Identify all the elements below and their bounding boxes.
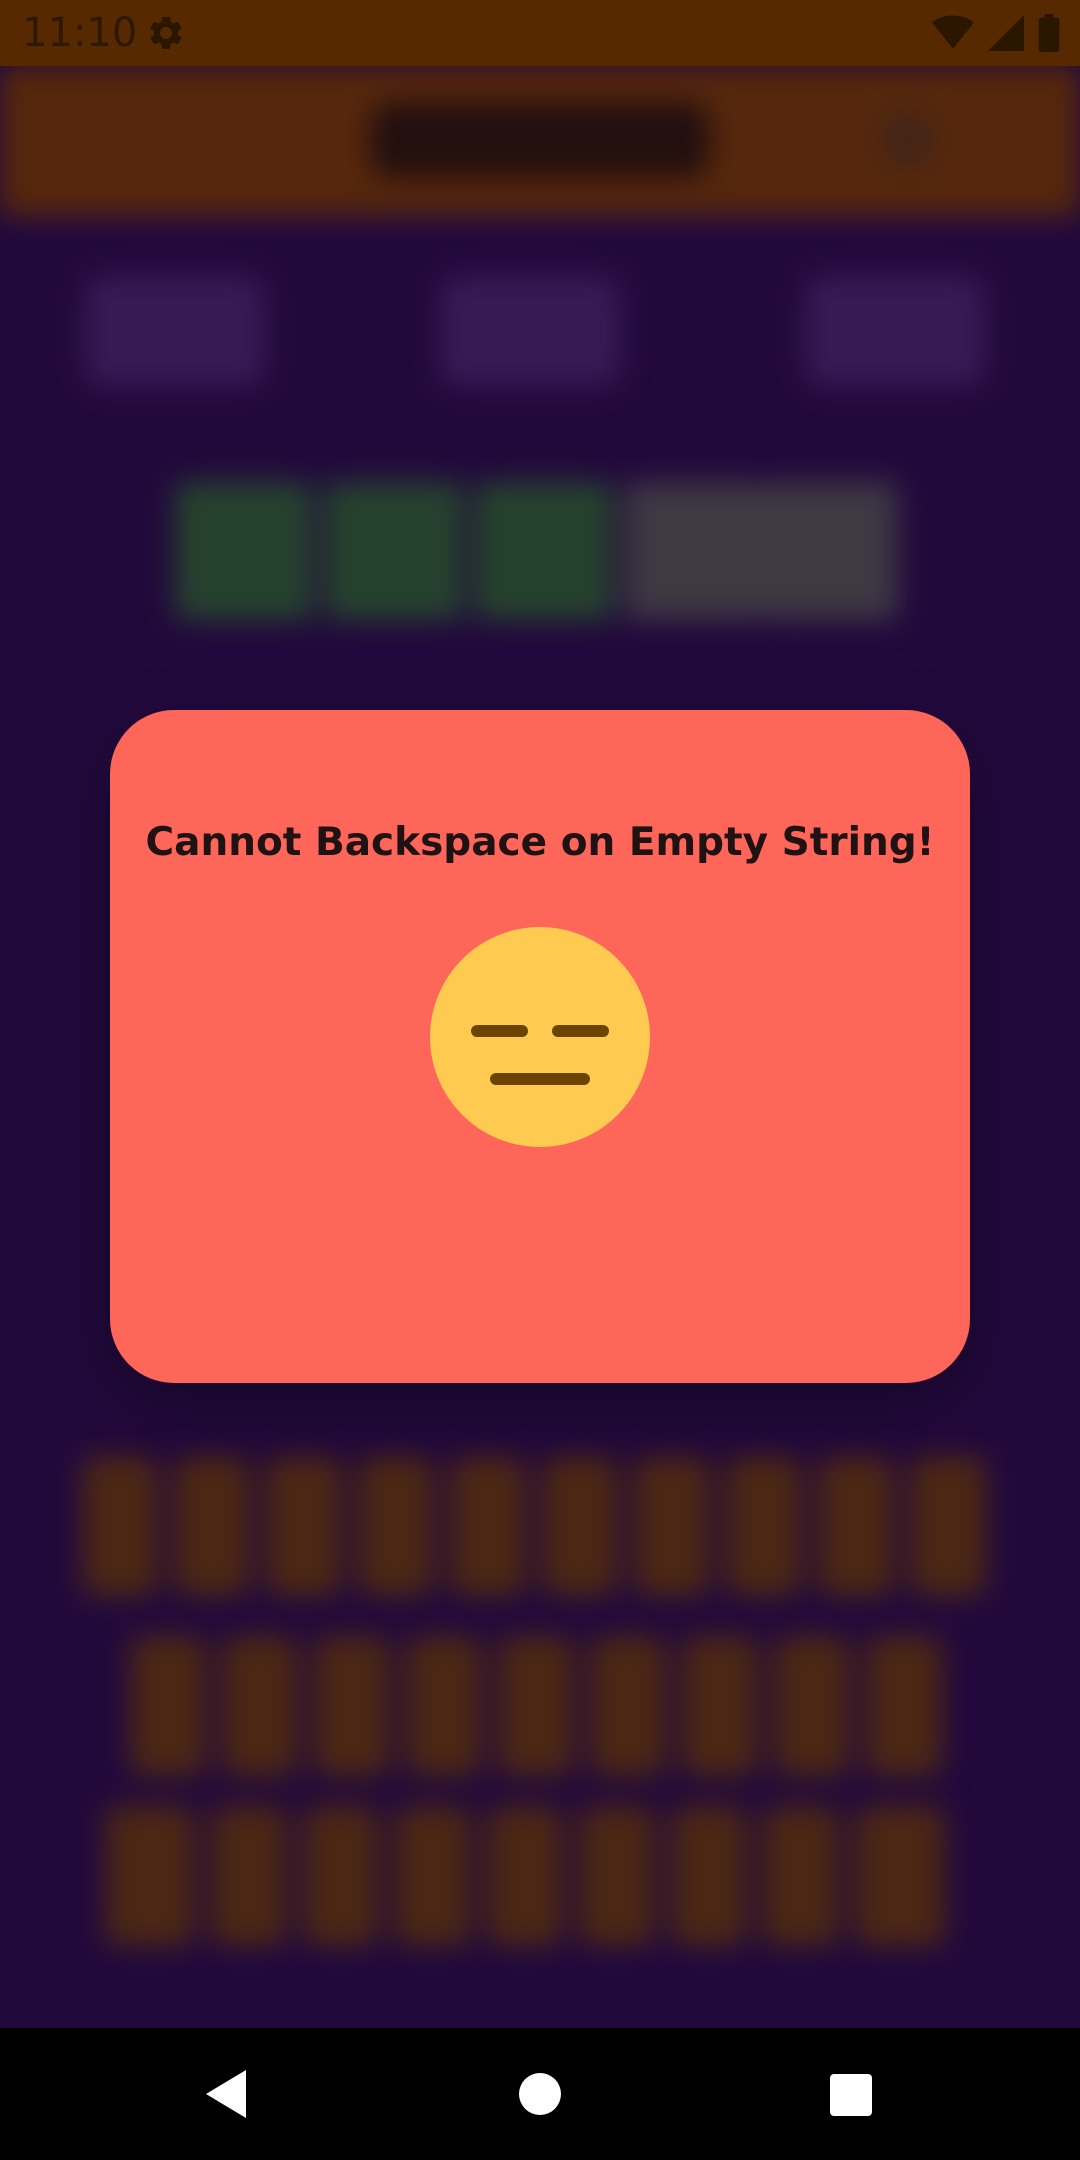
status-bar: 11:10 (0, 0, 1080, 66)
screen: 11:10 Cannot Backspace on Empty String! (0, 0, 1080, 2160)
gear-icon (150, 16, 182, 49)
recents-icon[interactable] (820, 2064, 880, 2124)
status-time: 11:10 (22, 10, 138, 56)
wifi-icon (932, 15, 974, 49)
navigation-bar (0, 2028, 1080, 2160)
error-dialog: Cannot Backspace on Empty String! (110, 710, 970, 1383)
status-icons (932, 14, 1060, 52)
back-icon[interactable] (198, 2064, 258, 2124)
expressionless-face-icon (430, 927, 650, 1147)
home-icon[interactable] (510, 2064, 570, 2124)
battery-icon (1038, 14, 1060, 52)
signal-icon (988, 15, 1024, 51)
dialog-message: Cannot Backspace on Empty String! (145, 820, 935, 865)
